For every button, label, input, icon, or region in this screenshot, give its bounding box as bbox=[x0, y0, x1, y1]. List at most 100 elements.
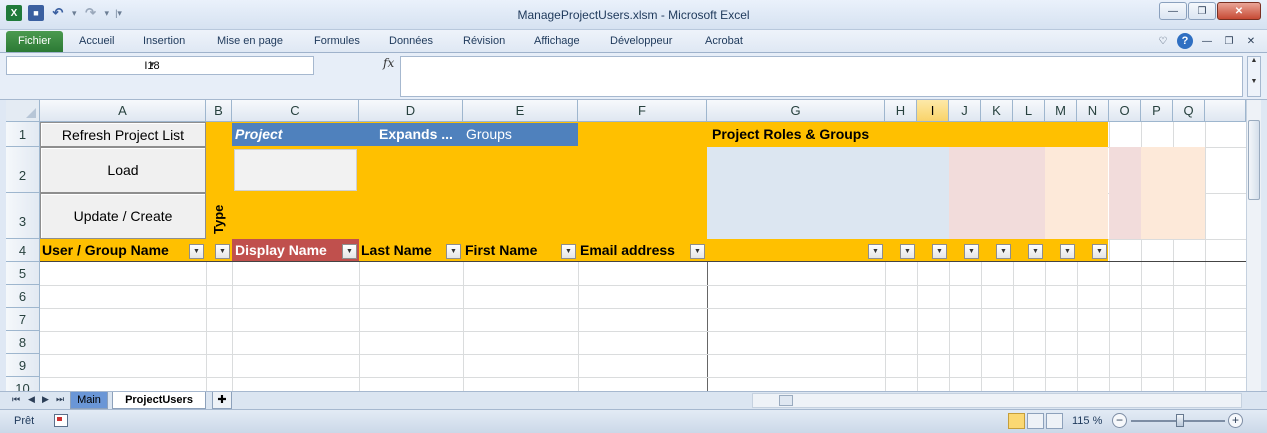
vertical-scrollbar[interactable] bbox=[1246, 100, 1261, 391]
filter-g-icon[interactable]: ▼ bbox=[868, 244, 883, 259]
row-header-3[interactable]: 3 bbox=[6, 193, 40, 239]
row-header-7[interactable]: 7 bbox=[6, 308, 40, 331]
worksheet-grid[interactable]: A B C D E F G H I J K L M N O P Q 1 2 3 … bbox=[6, 100, 1246, 391]
new-sheet-icon[interactable]: ✚ bbox=[212, 392, 232, 409]
filter-m-icon[interactable]: ▼ bbox=[1060, 244, 1075, 259]
sheet-tab-main[interactable]: Main bbox=[70, 392, 108, 409]
workbook-close-icon[interactable]: ✕ bbox=[1243, 33, 1259, 49]
name-box-dropdown-icon[interactable]: ▼ bbox=[7, 60, 297, 69]
filter-first-name-icon[interactable]: ▼ bbox=[561, 244, 576, 259]
formula-bar-splitter[interactable] bbox=[318, 56, 380, 75]
column-header-f[interactable]: F bbox=[578, 100, 707, 122]
workbook-restore-icon[interactable]: ❐ bbox=[1221, 33, 1237, 49]
prev-sheet-icon[interactable]: ◀ bbox=[28, 394, 35, 405]
column-header-o[interactable]: O bbox=[1109, 100, 1141, 122]
update-create-button[interactable]: Update / Create bbox=[40, 193, 206, 239]
tab-formules[interactable]: Formules bbox=[314, 35, 360, 47]
minimize-icon: — bbox=[1168, 5, 1178, 17]
zoom-out-icon[interactable]: − bbox=[1112, 413, 1127, 428]
zoom-in-icon[interactable]: + bbox=[1228, 413, 1243, 428]
filter-n-icon[interactable]: ▼ bbox=[1092, 244, 1107, 259]
column-header-b[interactable]: B bbox=[206, 100, 232, 122]
tab-acrobat[interactable]: Acrobat bbox=[705, 35, 743, 47]
select-all-corner[interactable] bbox=[6, 100, 40, 122]
tab-insertion[interactable]: Insertion bbox=[143, 35, 185, 47]
tab-accueil[interactable]: Accueil bbox=[79, 35, 114, 47]
row-header-1[interactable]: 1 bbox=[6, 122, 40, 147]
row-header-5[interactable]: 5 bbox=[6, 262, 40, 285]
vertical-scroll-thumb[interactable] bbox=[1248, 120, 1260, 200]
refresh-project-list-button[interactable]: Refresh Project List bbox=[40, 122, 206, 147]
workbook-minimize-icon[interactable]: — bbox=[1199, 33, 1215, 49]
column-header-a[interactable]: A bbox=[40, 100, 206, 122]
column-header-j[interactable]: J bbox=[949, 100, 981, 122]
formula-bar: I18 ▼ fx ▲ ▼ bbox=[0, 53, 1267, 100]
column-header-l[interactable]: L bbox=[1013, 100, 1045, 122]
filter-user-group-icon[interactable]: ▼ bbox=[189, 244, 204, 259]
normal-view-button[interactable] bbox=[1008, 413, 1025, 429]
column-header-m[interactable]: M bbox=[1045, 100, 1077, 122]
title-bar: X ■ ↶ ▾ ↷ ▾ |▾ ManageProjectUsers.xlsm -… bbox=[0, 0, 1267, 30]
insert-function-icon[interactable]: fx bbox=[383, 56, 394, 70]
column-header-d[interactable]: D bbox=[359, 100, 463, 122]
tab-revision[interactable]: Révision bbox=[463, 35, 505, 47]
page-layout-view-button[interactable] bbox=[1027, 413, 1044, 429]
filter-display-name-icon[interactable]: ▼ bbox=[342, 244, 357, 259]
column-header-c[interactable]: C bbox=[232, 100, 359, 122]
tab-file[interactable]: Fichier bbox=[6, 31, 63, 52]
restore-icon: ❐ bbox=[1197, 5, 1207, 17]
filter-h-icon[interactable]: ▼ bbox=[900, 244, 915, 259]
filter-k-icon[interactable]: ▼ bbox=[996, 244, 1011, 259]
column-header-k[interactable]: K bbox=[981, 100, 1013, 122]
zoom-level[interactable]: 115 % bbox=[1072, 415, 1102, 427]
horizontal-scrollbar[interactable] bbox=[752, 393, 1242, 408]
filter-j-icon[interactable]: ▼ bbox=[964, 244, 979, 259]
column-header-i[interactable]: I bbox=[917, 100, 949, 122]
column-header-r[interactable] bbox=[1205, 100, 1246, 122]
row-header-4[interactable]: 4 bbox=[6, 239, 40, 262]
minimize-ribbon-icon[interactable]: ♡ bbox=[1155, 33, 1171, 49]
project-select-box[interactable] bbox=[234, 149, 357, 191]
column-header-g[interactable]: G bbox=[707, 100, 885, 122]
column-header-h[interactable]: H bbox=[885, 100, 917, 122]
next-sheet-icon[interactable]: ▶ bbox=[42, 394, 49, 405]
first-sheet-icon[interactable]: ⏮ bbox=[12, 394, 20, 405]
formula-input[interactable] bbox=[400, 56, 1243, 97]
user-group-name-header: User / Group Name bbox=[42, 242, 169, 258]
column-header-e[interactable]: E bbox=[463, 100, 578, 122]
record-macro-icon[interactable] bbox=[54, 414, 68, 427]
row-header-2[interactable]: 2 bbox=[6, 147, 40, 193]
tab-donnees[interactable]: Données bbox=[389, 35, 433, 47]
status-ready: Prêt bbox=[14, 415, 35, 427]
sheet-tab-projectusers[interactable]: ProjectUsers bbox=[112, 392, 206, 409]
minimize-button[interactable]: — bbox=[1159, 2, 1187, 20]
row-header-9[interactable]: 9 bbox=[6, 354, 40, 377]
zoom-slider-handle[interactable] bbox=[1176, 414, 1184, 427]
restore-button[interactable]: ❐ bbox=[1188, 2, 1216, 20]
project-label: Project bbox=[232, 123, 359, 146]
filter-type-icon[interactable]: ▼ bbox=[215, 244, 230, 259]
column-header-p[interactable]: P bbox=[1141, 100, 1173, 122]
row-header-10[interactable]: 10 bbox=[6, 377, 40, 391]
tab-affichage[interactable]: Affichage bbox=[534, 35, 580, 47]
view-buttons bbox=[1008, 413, 1063, 429]
tab-developpeur[interactable]: Développeur bbox=[610, 35, 672, 47]
last-sheet-icon[interactable]: ⏭ bbox=[56, 394, 64, 405]
load-button[interactable]: Load bbox=[40, 147, 206, 193]
row-header-8[interactable]: 8 bbox=[6, 331, 40, 354]
column-header-q[interactable]: Q bbox=[1173, 100, 1205, 122]
filter-last-name-icon[interactable]: ▼ bbox=[446, 244, 461, 259]
horizontal-scroll-thumb[interactable] bbox=[779, 395, 793, 406]
help-icon[interactable]: ? bbox=[1177, 33, 1193, 49]
name-box[interactable]: I18 ▼ bbox=[6, 56, 314, 75]
page-break-view-button[interactable] bbox=[1046, 413, 1063, 429]
email-address-header: Email address bbox=[580, 242, 675, 258]
row-header-6[interactable]: 6 bbox=[6, 285, 40, 308]
column-header-n[interactable]: N bbox=[1077, 100, 1109, 122]
tab-mise-en-page[interactable]: Mise en page bbox=[217, 35, 283, 47]
filter-i-icon[interactable]: ▼ bbox=[932, 244, 947, 259]
filter-l-icon[interactable]: ▼ bbox=[1028, 244, 1043, 259]
close-button[interactable]: ✕ bbox=[1217, 2, 1261, 20]
filter-email-icon[interactable]: ▼ bbox=[690, 244, 705, 259]
formula-bar-scroll[interactable]: ▲ ▼ bbox=[1247, 56, 1261, 97]
